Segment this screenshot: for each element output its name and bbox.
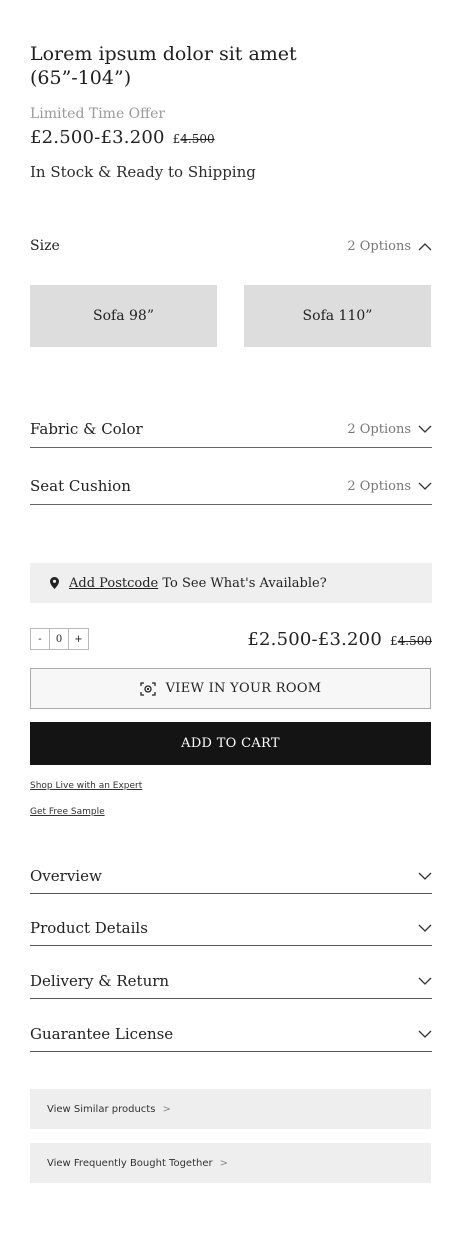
add-postcode-link[interactable]: Add Postcode (69, 576, 158, 591)
quantity-stepper[interactable]: - 0 + (30, 628, 89, 650)
chevron-down-icon (418, 924, 432, 932)
view-bought-together-link[interactable]: View Frequently Bought Together > (30, 1143, 431, 1183)
old-price-value: 4.500 (180, 132, 215, 146)
ar-camera-icon (139, 681, 156, 696)
price-block: £2.500-£3.200 £4.500 (30, 127, 215, 148)
chevron-down-icon (418, 425, 432, 433)
seat-options-count: 2 Options (347, 478, 411, 494)
chevron-down-icon (418, 482, 432, 490)
size-label: Size (30, 238, 60, 254)
chevron-up-icon (418, 242, 432, 250)
view-in-room-button[interactable]: VIEW IN YOUR ROOM (30, 668, 431, 709)
chevron-right-icon: > (162, 1103, 171, 1115)
limited-offer-label: Limited Time Offer (30, 106, 166, 122)
size-options-count: 2 Options (347, 238, 411, 254)
postcode-bar: Add Postcode To See What's Available? (30, 563, 432, 603)
price-range-secondary: £2.500-£3.200 (247, 629, 382, 650)
chevron-down-icon (418, 1030, 432, 1038)
view-bought-together-label: View Frequently Bought Together (47, 1157, 213, 1169)
fabric-color-accordion[interactable]: Fabric & Color 2 Options (30, 420, 432, 448)
overview-accordion[interactable]: Overview (30, 867, 432, 894)
free-sample-link[interactable]: Get Free Sample (30, 807, 105, 817)
shop-live-expert-link[interactable]: Shop Live with an Expert (30, 781, 142, 791)
fabric-options-count: 2 Options (347, 421, 411, 437)
fabric-color-label: Fabric & Color (30, 420, 143, 438)
size-option-sofa-98[interactable]: Sofa 98” (30, 285, 217, 347)
size-options-toggle[interactable]: 2 Options (347, 239, 432, 254)
seat-cushion-accordion[interactable]: Seat Cushion 2 Options (30, 477, 432, 505)
old-price: £4.500 (173, 132, 215, 146)
view-similar-label: View Similar products (47, 1103, 156, 1115)
location-pin-icon (50, 577, 59, 589)
old-price-currency-secondary: £ (390, 634, 398, 648)
delivery-return-label: Delivery & Return (30, 972, 170, 990)
price-block-secondary: £2.500-£3.200 £4.500 (208, 629, 432, 650)
price-range: £2.500-£3.200 (30, 127, 165, 148)
delivery-return-accordion[interactable]: Delivery & Return (30, 972, 432, 999)
guarantee-license-accordion[interactable]: Guarantee License (30, 1025, 432, 1052)
product-details-accordion[interactable]: Product Details (30, 919, 432, 946)
postcode-helper-text: To See What's Available? (162, 575, 327, 591)
size-header[interactable]: Size 2 Options (30, 238, 432, 254)
view-in-room-label: VIEW IN YOUR ROOM (165, 681, 322, 696)
product-title: Lorem ipsum dolor sit amet (65”-104”) (30, 43, 297, 89)
old-price-value-secondary: 4.500 (397, 634, 432, 648)
view-similar-products-link[interactable]: View Similar products > (30, 1089, 431, 1129)
chevron-down-icon (418, 977, 432, 985)
seat-cushion-label: Seat Cushion (30, 477, 131, 495)
add-to-cart-button[interactable]: ADD TO CART (30, 722, 431, 765)
chevron-down-icon (418, 872, 432, 880)
guarantee-license-label: Guarantee License (30, 1025, 174, 1043)
seat-options-toggle[interactable]: 2 Options (347, 479, 432, 494)
product-details-label: Product Details (30, 919, 148, 937)
chevron-right-icon: > (219, 1157, 228, 1169)
size-option-sofa-110[interactable]: Sofa 110” (244, 285, 431, 347)
quantity-decrease-button[interactable]: - (31, 629, 50, 649)
quantity-increase-button[interactable]: + (69, 629, 88, 649)
quantity-value[interactable]: 0 (50, 629, 69, 649)
overview-label: Overview (30, 867, 102, 885)
fabric-options-toggle[interactable]: 2 Options (347, 422, 432, 437)
old-price-secondary: £4.500 (390, 634, 432, 648)
stock-status: In Stock & Ready to Shipping (30, 163, 256, 181)
